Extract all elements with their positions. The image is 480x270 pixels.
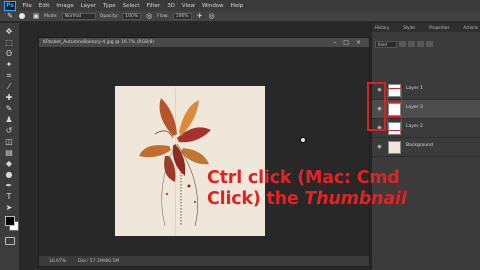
move-tool-icon[interactable]: ✥ bbox=[3, 27, 15, 36]
menu-filter[interactable]: Filter bbox=[143, 3, 164, 9]
layer-filter-bar: Kind bbox=[375, 40, 478, 48]
healing-brush-tool-icon[interactable]: ✚ bbox=[3, 93, 15, 102]
shape-filter-icon[interactable] bbox=[426, 41, 433, 47]
quick-mask-icon[interactable] bbox=[5, 237, 15, 245]
eyedropper-tool-icon[interactable]: ⁄ bbox=[3, 82, 15, 91]
eraser-tool-icon[interactable]: ◫ bbox=[3, 137, 15, 146]
adjustment-filter-icon[interactable] bbox=[408, 41, 415, 47]
menu-3d[interactable]: 3D bbox=[164, 3, 179, 9]
canvas-area[interactable] bbox=[39, 47, 369, 257]
annotation-highlight-box bbox=[367, 82, 386, 131]
dodge-tool-icon[interactable]: ● bbox=[3, 170, 15, 179]
document-window: KPasbet_AutumnsBaktory-4.jpg @ 16.7% (RG… bbox=[38, 37, 370, 267]
tab-styles[interactable]: Styles bbox=[403, 25, 415, 30]
status-bar: 16.67% Doc: 57.1M/80.5M bbox=[39, 256, 369, 266]
brush-preset-picker[interactable] bbox=[18, 12, 28, 20]
menu-window[interactable]: Window bbox=[198, 3, 227, 9]
menu-image[interactable]: Image bbox=[53, 3, 77, 9]
brush-tool-icon[interactable]: ✎ bbox=[3, 104, 15, 113]
caption-line-2: Click) the Thumbnail bbox=[207, 189, 477, 210]
layer-thumbnail[interactable] bbox=[388, 141, 401, 154]
gradient-tool-icon[interactable]: ▤ bbox=[3, 148, 15, 157]
clone-stamp-tool-icon[interactable]: ♟ bbox=[3, 115, 15, 124]
path-select-tool-icon[interactable]: ➤ bbox=[3, 203, 15, 212]
crop-tool-icon[interactable]: ⌗ bbox=[3, 71, 15, 80]
layer-name[interactable]: Layer 2 bbox=[406, 124, 423, 129]
minimize-icon[interactable]: – bbox=[333, 38, 336, 47]
type-tool-icon[interactable]: T bbox=[3, 192, 15, 201]
flow-label: Flow: bbox=[157, 13, 169, 19]
history-brush-tool-icon[interactable]: ↺ bbox=[3, 126, 15, 135]
menu-type[interactable]: Type bbox=[99, 3, 119, 9]
autumn-leaves-artwork bbox=[115, 86, 265, 236]
options-bar: ✎ ▣ Mode: Normal Opacity: 100% ◎ Flow: 1… bbox=[0, 11, 480, 22]
foreground-color-swatch[interactable] bbox=[5, 216, 15, 226]
opacity-label: Opacity: bbox=[99, 13, 119, 19]
layer-thumbnail[interactable] bbox=[388, 103, 401, 116]
tools-panel: ✥ ⬚ ʘ ✦ ⌗ ⁄ ✚ ✎ ♟ ↺ ◫ ▤ ◆ ● ✒ T ➤ bbox=[0, 23, 20, 270]
annotation-thumbnail-highlight bbox=[387, 88, 402, 103]
blur-tool-icon[interactable]: ◆ bbox=[3, 159, 15, 168]
right-panel-dock: History Styles Properties Actions Kind ◉… bbox=[371, 23, 480, 270]
panel-tab-bar: History Styles Properties Actions bbox=[372, 23, 480, 32]
type-filter-icon[interactable] bbox=[417, 41, 424, 47]
scrapbook-page-image bbox=[115, 86, 265, 236]
document-tab[interactable]: KPasbet_AutumnsBaktory-4.jpg @ 16.7% (RG… bbox=[39, 38, 369, 47]
tab-history[interactable]: History bbox=[375, 25, 389, 30]
mode-select[interactable]: Normal bbox=[61, 12, 96, 20]
menu-select[interactable]: Select bbox=[119, 3, 143, 9]
mouse-cursor bbox=[300, 137, 306, 143]
marquee-tool-icon[interactable]: ⬚ bbox=[3, 38, 15, 47]
menu-bar: Ps File Edit Image Layer Type Select Fil… bbox=[0, 0, 480, 11]
document-title: KPasbet_AutumnsBaktory-4.jpg @ 16.7% (RG… bbox=[43, 40, 155, 45]
menu-layer[interactable]: Layer bbox=[77, 3, 99, 9]
brush-panel-icon[interactable]: ▣ bbox=[32, 12, 40, 20]
flow-input[interactable]: 100% bbox=[172, 12, 192, 20]
lasso-tool-icon[interactable]: ʘ bbox=[3, 49, 15, 58]
pressure-opacity-icon[interactable]: ◎ bbox=[145, 12, 153, 20]
zoom-level[interactable]: 16.67% bbox=[49, 259, 66, 264]
quick-select-tool-icon[interactable]: ✦ bbox=[3, 60, 15, 69]
eye-icon[interactable]: ◉ bbox=[376, 144, 383, 150]
menu-edit[interactable]: Edit bbox=[35, 3, 53, 9]
layer-name[interactable]: Background bbox=[406, 143, 433, 148]
menu-help[interactable]: Help bbox=[227, 3, 247, 9]
photoshop-window: Ps File Edit Image Layer Type Select Fil… bbox=[0, 0, 480, 270]
menu-view[interactable]: View bbox=[178, 3, 198, 9]
pen-tool-icon[interactable]: ✒ bbox=[3, 181, 15, 190]
pixel-filter-icon[interactable] bbox=[399, 41, 406, 47]
tutorial-caption: Ctrl click (Mac: Cmd Click) the Thumbnai… bbox=[207, 168, 477, 210]
caption-thumbnail-word: Thumbnail bbox=[304, 189, 407, 209]
pressure-size-icon[interactable]: ◎ bbox=[208, 12, 216, 20]
caption-line-2-text: Click) the bbox=[207, 189, 305, 209]
menu-file[interactable]: File bbox=[19, 3, 35, 9]
caption-line-1: Ctrl click (Mac: Cmd bbox=[207, 168, 400, 188]
layer-name[interactable]: Layer 3 bbox=[406, 105, 423, 110]
photoshop-logo: Ps bbox=[4, 0, 16, 11]
brush-tool-icon[interactable]: ✎ bbox=[6, 12, 14, 20]
maximize-icon[interactable]: □ bbox=[343, 38, 349, 47]
layer-kind-filter[interactable]: Kind bbox=[375, 40, 397, 48]
annotation-thumbnail-highlight bbox=[387, 116, 402, 131]
opacity-input[interactable]: 100% bbox=[122, 12, 142, 20]
document-size: Doc: 57.1M/80.5M bbox=[78, 258, 120, 264]
close-icon[interactable]: × bbox=[356, 38, 361, 47]
tab-actions[interactable]: Actions bbox=[463, 25, 478, 30]
layer-name[interactable]: Layer 1 bbox=[406, 86, 423, 91]
tab-properties[interactable]: Properties bbox=[429, 25, 449, 30]
mode-label: Mode: bbox=[44, 13, 58, 19]
airbrush-icon[interactable]: ✈ bbox=[196, 12, 204, 20]
layer-row[interactable]: ◉ Background bbox=[372, 138, 480, 157]
